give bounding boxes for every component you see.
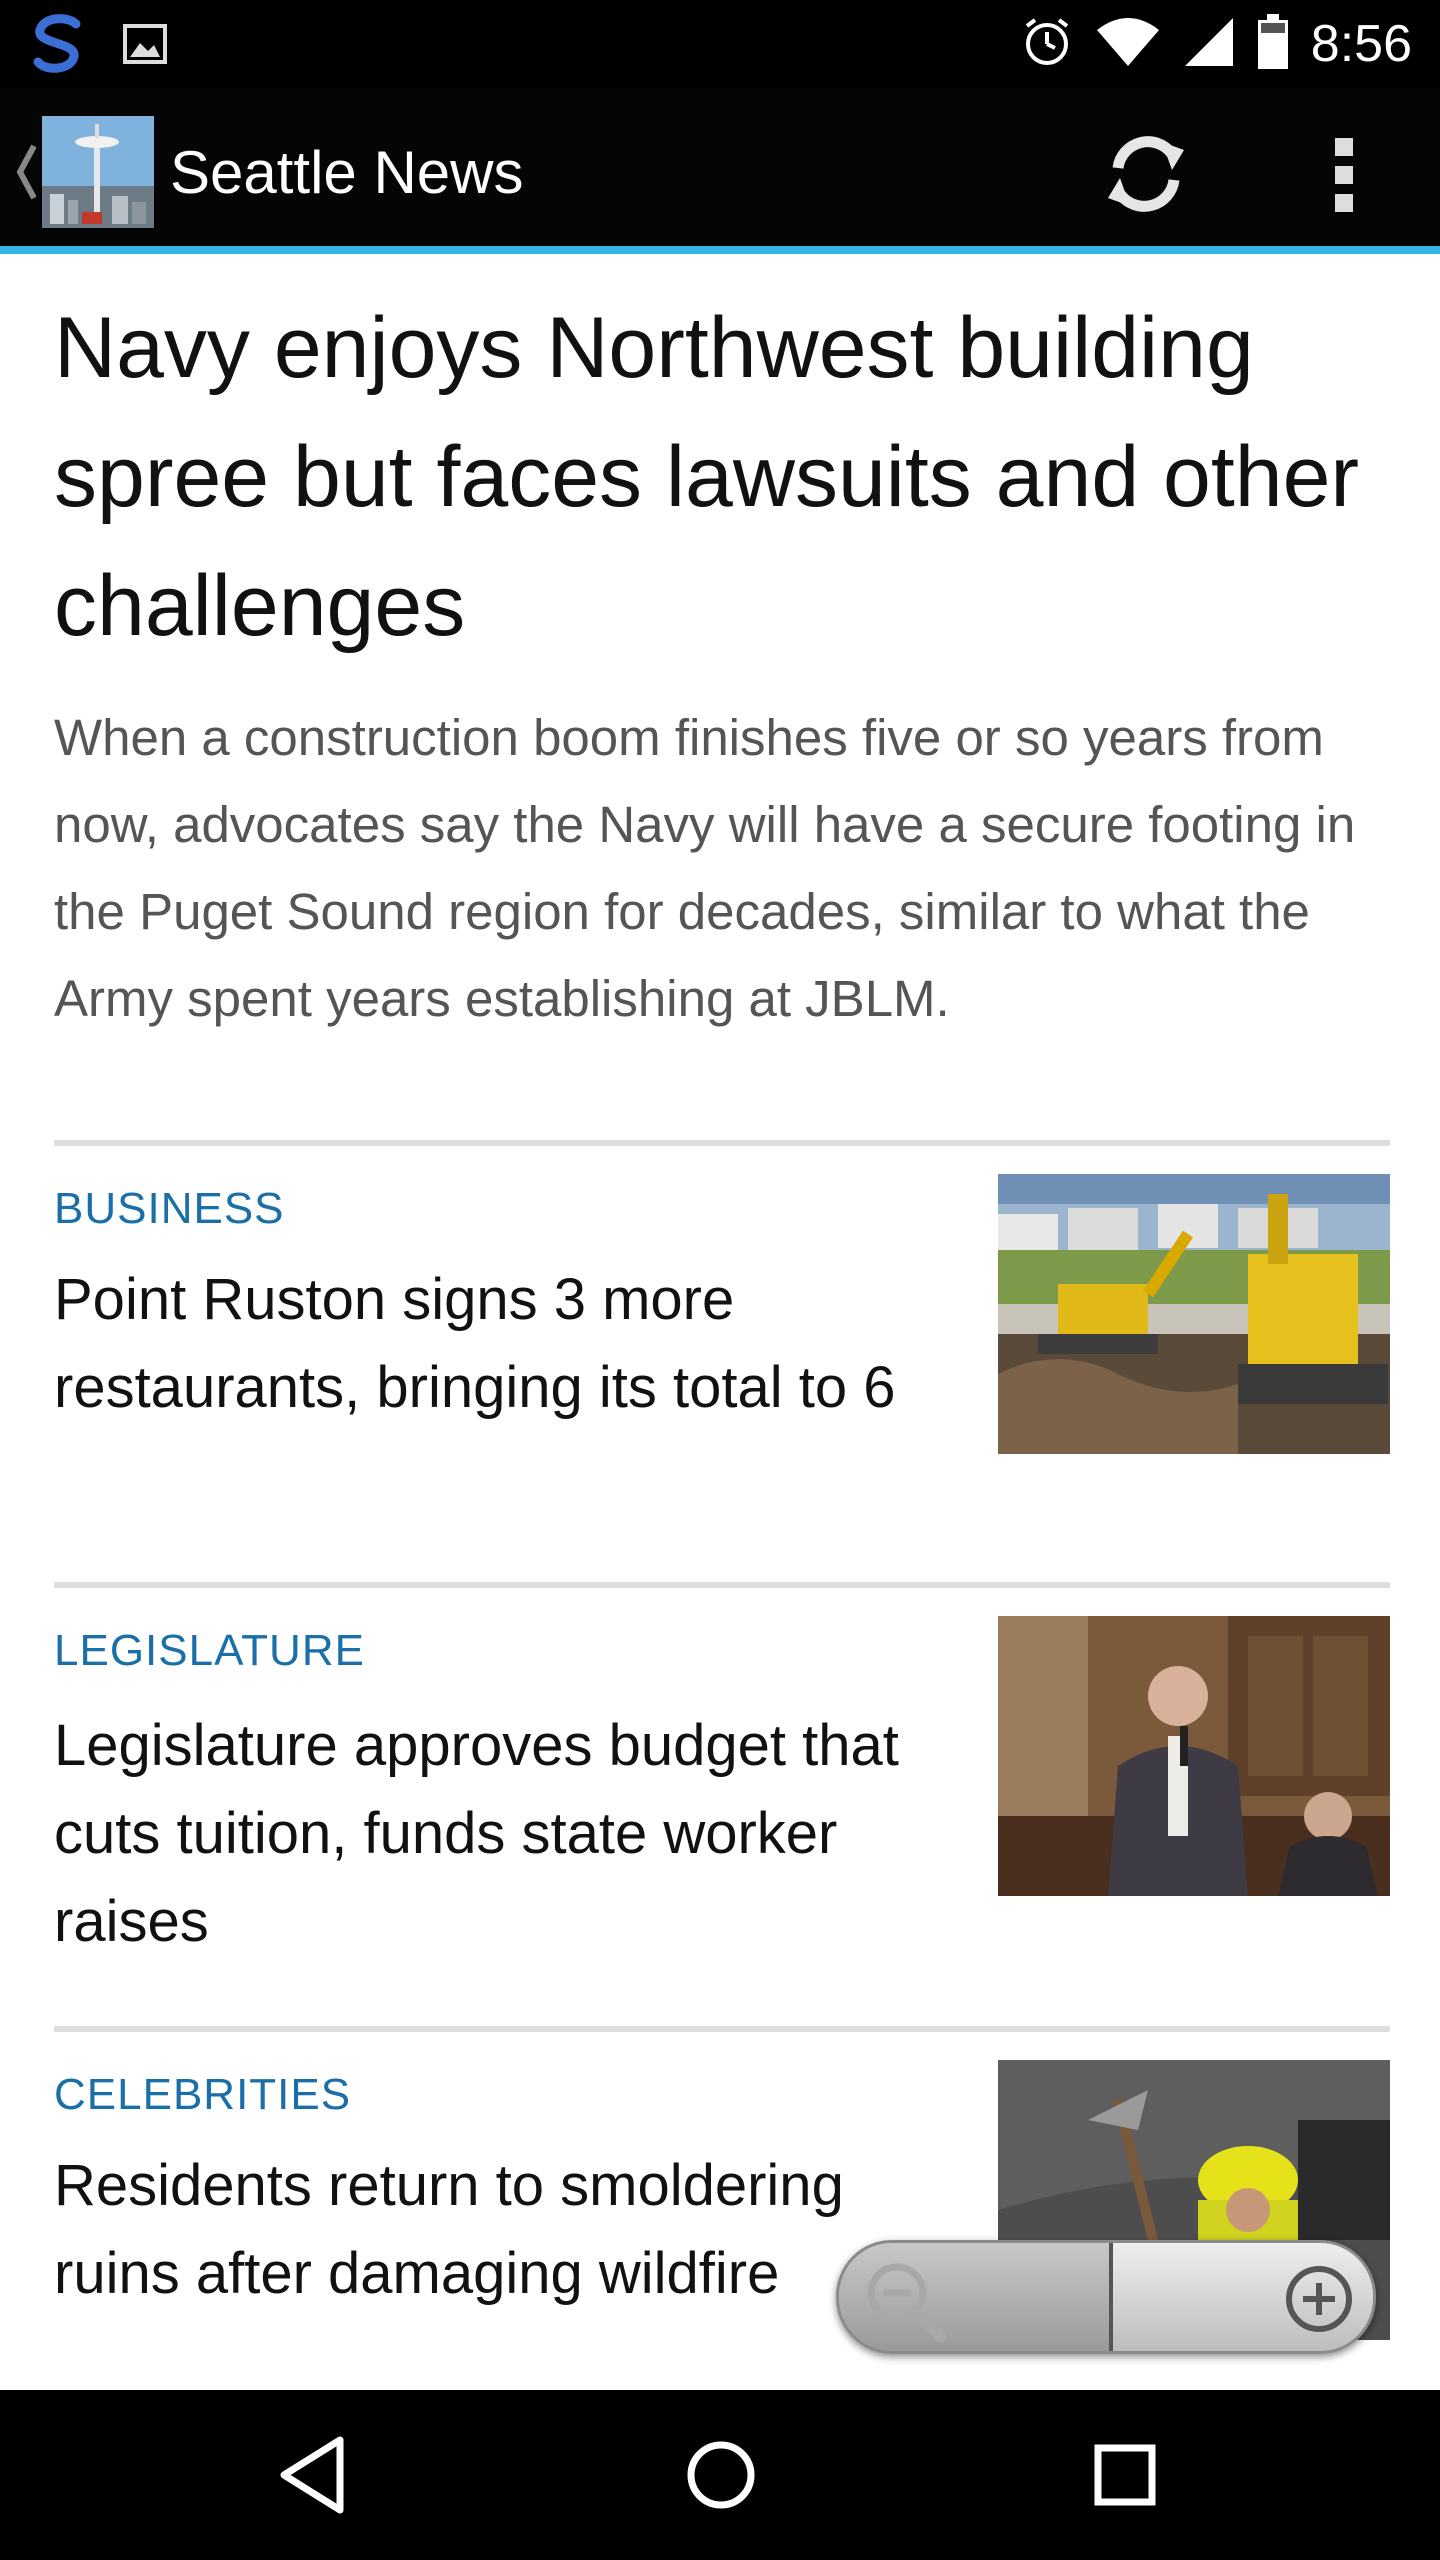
lead-headline[interactable]: Navy enjoys Northwest building spree but… xyxy=(54,284,1394,671)
story-thumbnail-legislature[interactable] xyxy=(998,1616,1390,1896)
action-bar-accent-line xyxy=(0,246,1440,254)
story-thumbnail-construction[interactable] xyxy=(998,1174,1390,1454)
s-app-icon xyxy=(30,14,86,79)
navigation-bar xyxy=(0,2390,1440,2560)
story-category: CELEBRITIES xyxy=(54,2070,352,2119)
status-time: 8:56 xyxy=(1310,15,1412,73)
story-title[interactable]: Point Ruston signs 3 more restaurants, b… xyxy=(54,1256,934,1432)
app-logo[interactable] xyxy=(42,116,154,228)
story-title[interactable]: Residents return to smoldering ruins aft… xyxy=(54,2142,934,2318)
refresh-icon[interactable] xyxy=(1100,128,1192,220)
back-icon[interactable] xyxy=(270,2430,360,2520)
battery-icon xyxy=(1257,13,1289,75)
story-category: BUSINESS xyxy=(54,1184,285,1233)
home-icon[interactable] xyxy=(676,2430,766,2520)
signal-icon xyxy=(1183,16,1235,73)
lead-summary[interactable]: When a construction boom finishes five o… xyxy=(54,694,1404,1042)
article-list[interactable]: Navy enjoys Northwest building spree but… xyxy=(0,254,1440,2390)
zoom-control xyxy=(836,2240,1376,2354)
zoom-out-icon xyxy=(859,2255,949,2350)
image-notification-icon xyxy=(122,23,168,70)
zoom-out-button[interactable] xyxy=(839,2243,1109,2351)
story-title[interactable]: Legislature approves budget that cuts tu… xyxy=(54,1702,934,1966)
story-category: LEGISLATURE xyxy=(54,1626,365,1675)
recents-icon[interactable] xyxy=(1080,2430,1170,2520)
alarm-icon xyxy=(1021,16,1073,73)
overflow-menu-icon[interactable] xyxy=(1318,128,1370,220)
up-caret-icon[interactable] xyxy=(12,140,40,209)
status-bar: 8:56 xyxy=(0,0,1440,88)
wifi-icon xyxy=(1095,16,1161,73)
app-title: Seattle News xyxy=(170,139,524,206)
zoom-in-icon xyxy=(1273,2253,1365,2350)
story-item[interactable]: LEGISLATURE Legislature approves budget … xyxy=(54,1582,1390,2022)
story-item[interactable]: BUSINESS Point Ruston signs 3 more resta… xyxy=(54,1140,1390,1580)
action-bar: Seattle News xyxy=(0,88,1440,252)
zoom-in-button[interactable] xyxy=(1113,2243,1373,2351)
